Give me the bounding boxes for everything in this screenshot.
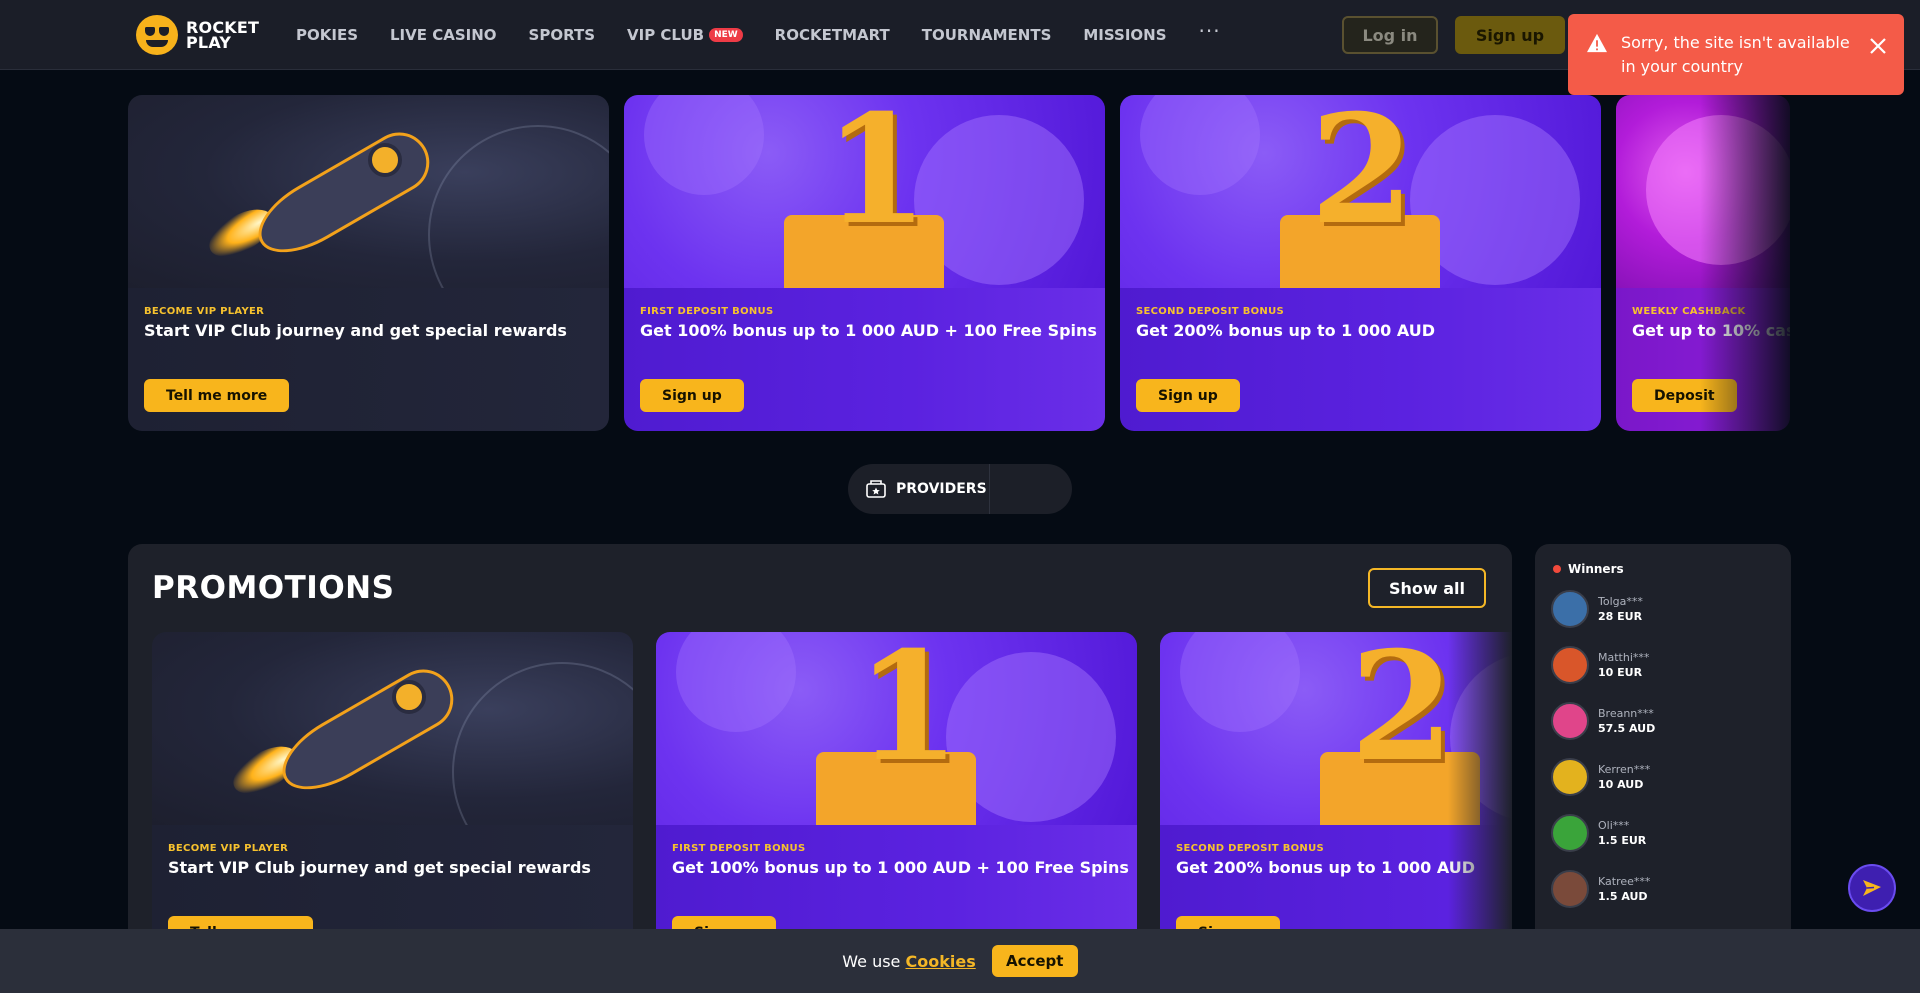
cookie-text: We use Cookies bbox=[842, 951, 976, 971]
winners-header: Winners bbox=[1553, 562, 1624, 576]
toast-message: Sorry, the site isn't available in your … bbox=[1621, 33, 1850, 76]
game-avatar bbox=[1551, 814, 1589, 852]
card-title: Get 200% bonus up to 1 000 AUD bbox=[1136, 321, 1435, 340]
nav-vip-club[interactable]: VIP CLUB NEW bbox=[627, 26, 743, 44]
rocketplay-logo[interactable]: ROCKET PLAY bbox=[136, 15, 259, 55]
winner-row[interactable]: Breann*** 57.5 AUD bbox=[1551, 702, 1655, 740]
accept-cookies-button[interactable]: Accept bbox=[991, 945, 1078, 977]
winner-row[interactable]: Kerren*** 10 AUD bbox=[1551, 758, 1650, 796]
show-all-button[interactable]: Show all bbox=[1368, 568, 1486, 608]
pumpkin-logo-icon bbox=[136, 15, 178, 55]
sign-up-button[interactable]: Sign up bbox=[640, 379, 744, 412]
sign-up-button[interactable]: Sign up bbox=[1136, 379, 1240, 412]
main-nav: POKIES LIVE CASINO SPORTS VIP CLUB NEW RO… bbox=[296, 0, 1221, 70]
winner-row[interactable]: Oli*** 1.5 EUR bbox=[1551, 814, 1646, 852]
rocket-illustration bbox=[152, 632, 633, 882]
promo-card-vip[interactable]: BECOME VIP PLAYER Start VIP Club journey… bbox=[128, 95, 609, 431]
card-title: Get 100% bonus up to 1 000 AUD + 100 Fre… bbox=[640, 321, 1097, 340]
winners-panel: Winners Tolga*** 28 EUR Matthi*** 10 EUR B… bbox=[1535, 544, 1791, 993]
close-icon[interactable] bbox=[1868, 36, 1888, 56]
carousel-fade bbox=[1700, 95, 1790, 431]
promo-card-vip[interactable]: BECOME VIP PLAYER Start VIP Club journey… bbox=[152, 632, 633, 968]
game-avatar bbox=[1551, 702, 1589, 740]
winner-row[interactable]: Katree*** 1.5 AUD bbox=[1551, 870, 1650, 908]
rocket-illustration bbox=[128, 95, 609, 345]
card-title: Get 100% bonus up to 1 000 AUD + 100 Fre… bbox=[672, 858, 1129, 877]
card-title: Get 200% bonus up to 1 000 AUD bbox=[1176, 858, 1475, 877]
providers-label: PROVIDERS bbox=[896, 481, 987, 497]
promo-card-first-deposit[interactable]: 1 FIRST DEPOSIT BONUS Get 100% bonus up … bbox=[656, 632, 1137, 968]
card-kicker: BECOME VIP PLAYER bbox=[144, 306, 265, 317]
section-title: PROMOTIONS bbox=[152, 570, 395, 606]
chat-launcher-button[interactable] bbox=[1848, 864, 1896, 912]
cookie-banner: We use Cookies Accept bbox=[0, 929, 1920, 993]
warning-icon bbox=[1587, 33, 1607, 53]
nav-tournaments[interactable]: TOURNAMENTS bbox=[922, 26, 1052, 44]
logo-text: ROCKET PLAY bbox=[186, 18, 260, 52]
game-avatar bbox=[1551, 758, 1589, 796]
providers-icon bbox=[866, 480, 886, 498]
cookies-link[interactable]: Cookies bbox=[906, 952, 976, 971]
game-avatar bbox=[1551, 870, 1589, 908]
tell-me-more-button[interactable]: Tell me more bbox=[144, 379, 290, 412]
card-kicker: FIRST DEPOSIT BONUS bbox=[672, 843, 806, 854]
nav-sports[interactable]: SPORTS bbox=[529, 26, 595, 44]
winner-row[interactable]: Tolga*** 28 EUR bbox=[1551, 590, 1643, 628]
promotions-section: PROMOTIONS Show all BECOME VIP PLAYER St… bbox=[128, 544, 1512, 993]
winner-row[interactable]: Matthi*** 10 EUR bbox=[1551, 646, 1649, 684]
game-avatar bbox=[1551, 590, 1589, 628]
card-kicker: SECOND DEPOSIT BONUS bbox=[1136, 306, 1285, 317]
signup-button[interactable]: Sign up bbox=[1455, 16, 1565, 54]
providers-selector[interactable]: PROVIDERS bbox=[848, 464, 1072, 514]
promo-card-first-deposit[interactable]: 1 FIRST DEPOSIT BONUS Get 100% bonus up … bbox=[624, 95, 1105, 431]
promotions-fade bbox=[1448, 632, 1512, 972]
more-menu-icon[interactable]: ··· bbox=[1199, 19, 1221, 43]
send-icon bbox=[1863, 880, 1881, 896]
first-deposit-illustration: 1 bbox=[656, 632, 1137, 842]
new-badge: NEW bbox=[709, 28, 743, 42]
first-deposit-illustration: 1 bbox=[624, 95, 1105, 305]
nav-pokies[interactable]: POKIES bbox=[296, 26, 358, 44]
geo-block-toast: Sorry, the site isn't available in your … bbox=[1568, 14, 1904, 95]
card-kicker: FIRST DEPOSIT BONUS bbox=[640, 306, 774, 317]
nav-live-casino[interactable]: LIVE CASINO bbox=[390, 26, 497, 44]
second-deposit-illustration: 2 bbox=[1120, 95, 1601, 305]
live-dot-icon bbox=[1553, 565, 1561, 573]
nav-missions[interactable]: MISSIONS bbox=[1083, 26, 1166, 44]
login-button[interactable]: Log in bbox=[1342, 16, 1438, 54]
nav-rocketmart[interactable]: ROCKETMART bbox=[775, 26, 890, 44]
card-kicker: BECOME VIP PLAYER bbox=[168, 843, 289, 854]
card-title: Start VIP Club journey and get special r… bbox=[144, 321, 567, 340]
game-avatar bbox=[1551, 646, 1589, 684]
card-title: Start VIP Club journey and get special r… bbox=[168, 858, 591, 877]
card-kicker: SECOND DEPOSIT BONUS bbox=[1176, 843, 1325, 854]
promo-card-second-deposit[interactable]: 2 SECOND DEPOSIT BONUS Get 200% bonus up… bbox=[1120, 95, 1601, 431]
